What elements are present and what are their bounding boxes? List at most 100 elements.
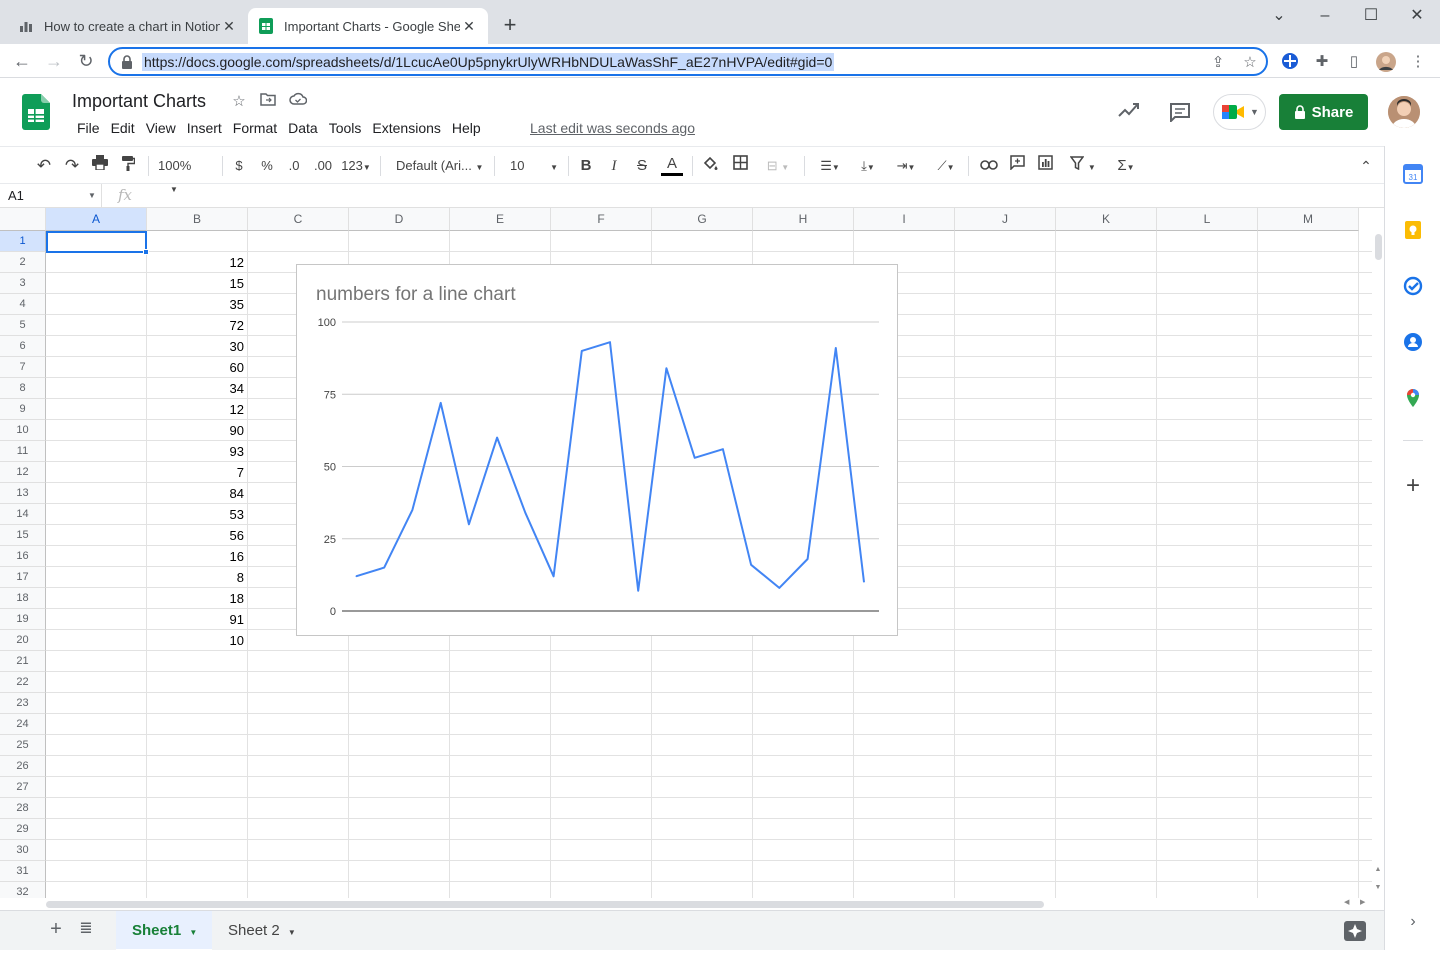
menu-edit[interactable]: Edit: [106, 118, 141, 138]
expand-panel-icon[interactable]: ›: [1403, 912, 1423, 932]
puzzle-extensions-icon[interactable]: ✚: [1312, 52, 1332, 72]
browser-menu-icon[interactable]: ⋮: [1408, 52, 1428, 72]
menu-format[interactable]: Format: [228, 118, 283, 138]
fill-color-icon[interactable]: [700, 155, 720, 177]
row-header-22[interactable]: 22: [0, 672, 46, 693]
address-bar[interactable]: https://docs.google.com/spreadsheets/d/1…: [108, 47, 1268, 76]
column-header-h[interactable]: H: [753, 208, 854, 231]
column-header-e[interactable]: E: [450, 208, 551, 231]
last-edit-link[interactable]: Last edit was seconds ago: [530, 120, 695, 136]
number-format-button[interactable]: 123▼: [340, 155, 372, 177]
row-header-18[interactable]: 18: [0, 588, 46, 609]
cell-b9[interactable]: 12: [147, 399, 244, 420]
horizontal-align-icon[interactable]: ☰▼: [814, 155, 846, 177]
browser-tab-notion[interactable]: How to create a chart in Notion ✕: [8, 8, 248, 44]
row-header-26[interactable]: 26: [0, 756, 46, 777]
row-header-31[interactable]: 31: [0, 861, 46, 882]
text-rotation-icon[interactable]: ⟋▼: [930, 155, 962, 177]
row-header-25[interactable]: 25: [0, 735, 46, 756]
url-text[interactable]: https://docs.google.com/spreadsheets/d/1…: [142, 53, 835, 71]
column-header-j[interactable]: J: [955, 208, 1056, 231]
cell-b19[interactable]: 91: [147, 609, 244, 630]
decrease-decimal-button[interactable]: .0: [284, 155, 304, 177]
cell-b14[interactable]: 53: [147, 504, 244, 525]
column-header-c[interactable]: C: [248, 208, 349, 231]
row-header-19[interactable]: 19: [0, 609, 46, 630]
scroll-up-arrow-icon[interactable]: ▲: [1372, 866, 1384, 878]
row-header-32[interactable]: 32: [0, 882, 46, 898]
strikethrough-button[interactable]: S: [633, 155, 651, 177]
new-tab-button[interactable]: +: [496, 12, 524, 40]
vertical-align-icon[interactable]: ⤓▼: [852, 155, 884, 177]
minimize-icon[interactable]: –: [1302, 4, 1348, 28]
tab-sheet2[interactable]: Sheet 2 ▼: [212, 911, 312, 951]
side-panel-icon[interactable]: ▯: [1344, 52, 1364, 72]
explore-icon[interactable]: [1344, 921, 1366, 941]
bookmark-star-icon[interactable]: ☆: [1240, 53, 1260, 73]
cell-b5[interactable]: 72: [147, 315, 244, 336]
calendar-icon[interactable]: 31: [1403, 164, 1423, 184]
account-avatar[interactable]: [1388, 96, 1420, 128]
vertical-scroll-thumb[interactable]: [1375, 234, 1382, 260]
forward-icon[interactable]: →: [42, 49, 66, 73]
column-header-a[interactable]: A: [46, 208, 147, 231]
star-icon[interactable]: ☆: [229, 92, 249, 112]
scroll-down-arrow-icon[interactable]: ▼: [1372, 884, 1384, 896]
tab-sheet1[interactable]: Sheet1 ▼: [116, 911, 212, 951]
column-header-b[interactable]: B: [147, 208, 248, 231]
select-all-corner[interactable]: [0, 208, 46, 231]
all-sheets-icon[interactable]: ≣: [76, 919, 96, 939]
row-header-1[interactable]: 1: [0, 231, 46, 252]
add-addon-icon[interactable]: +: [1403, 474, 1423, 498]
insert-link-icon[interactable]: [978, 155, 1000, 177]
row-header-15[interactable]: 15: [0, 525, 46, 546]
menu-insert[interactable]: Insert: [182, 118, 228, 138]
horizontal-scroll-thumb[interactable]: [46, 901, 1044, 908]
row-header-29[interactable]: 29: [0, 819, 46, 840]
currency-format-button[interactable]: $: [230, 155, 248, 177]
cell-b2[interactable]: 12: [147, 252, 244, 273]
share-button[interactable]: Share: [1279, 94, 1368, 130]
profile-avatar-icon[interactable]: [1376, 52, 1396, 72]
activity-trend-icon[interactable]: [1118, 102, 1139, 122]
cloud-saved-icon[interactable]: [288, 92, 308, 112]
font-select[interactable]: Default (Ari... ▼: [396, 155, 488, 177]
row-header-16[interactable]: 16: [0, 546, 46, 567]
contacts-icon[interactable]: [1403, 332, 1423, 352]
row-header-17[interactable]: 17: [0, 567, 46, 588]
cell-b13[interactable]: 84: [147, 483, 244, 504]
increase-decimal-button[interactable]: .00: [311, 155, 335, 177]
column-header-l[interactable]: L: [1157, 208, 1258, 231]
scroll-left-arrow-icon[interactable]: ◀: [1344, 898, 1356, 906]
row-header-20[interactable]: 20: [0, 630, 46, 651]
column-header-m[interactable]: M: [1258, 208, 1359, 231]
selected-cell-a1[interactable]: [46, 231, 147, 253]
merge-cells-icon[interactable]: ⊟ ▼: [760, 155, 796, 177]
insert-chart-icon[interactable]: [1035, 155, 1055, 177]
add-sheet-icon[interactable]: +: [46, 919, 66, 939]
name-box[interactable]: A1 ▼: [0, 184, 102, 207]
scroll-right-arrow-icon[interactable]: ▶: [1360, 898, 1372, 906]
row-header-30[interactable]: 30: [0, 840, 46, 861]
move-folder-icon[interactable]: [258, 92, 278, 112]
functions-button[interactable]: Σ▼: [1110, 155, 1142, 177]
cell-b8[interactable]: 34: [147, 378, 244, 399]
row-header-14[interactable]: 14: [0, 504, 46, 525]
column-header-k[interactable]: K: [1056, 208, 1157, 231]
cell-b10[interactable]: 90: [147, 420, 244, 441]
maps-icon[interactable]: [1403, 388, 1423, 408]
row-header-13[interactable]: 13: [0, 483, 46, 504]
cell-b17[interactable]: 8: [147, 567, 244, 588]
vertical-scrollbar[interactable]: ▲ ▼: [1372, 232, 1384, 898]
tab-search-icon[interactable]: ⌄: [1256, 4, 1302, 28]
cell-b4[interactable]: 35: [147, 294, 244, 315]
close-tab-icon[interactable]: ✕: [220, 18, 238, 35]
column-header-f[interactable]: F: [551, 208, 652, 231]
row-header-24[interactable]: 24: [0, 714, 46, 735]
sheets-logo-icon[interactable]: [22, 94, 50, 130]
row-header-27[interactable]: 27: [0, 777, 46, 798]
close-window-icon[interactable]: ✕: [1394, 4, 1440, 28]
print-icon[interactable]: [90, 155, 110, 177]
menu-help[interactable]: Help: [447, 118, 487, 138]
maximize-icon[interactable]: ☐: [1348, 4, 1394, 28]
